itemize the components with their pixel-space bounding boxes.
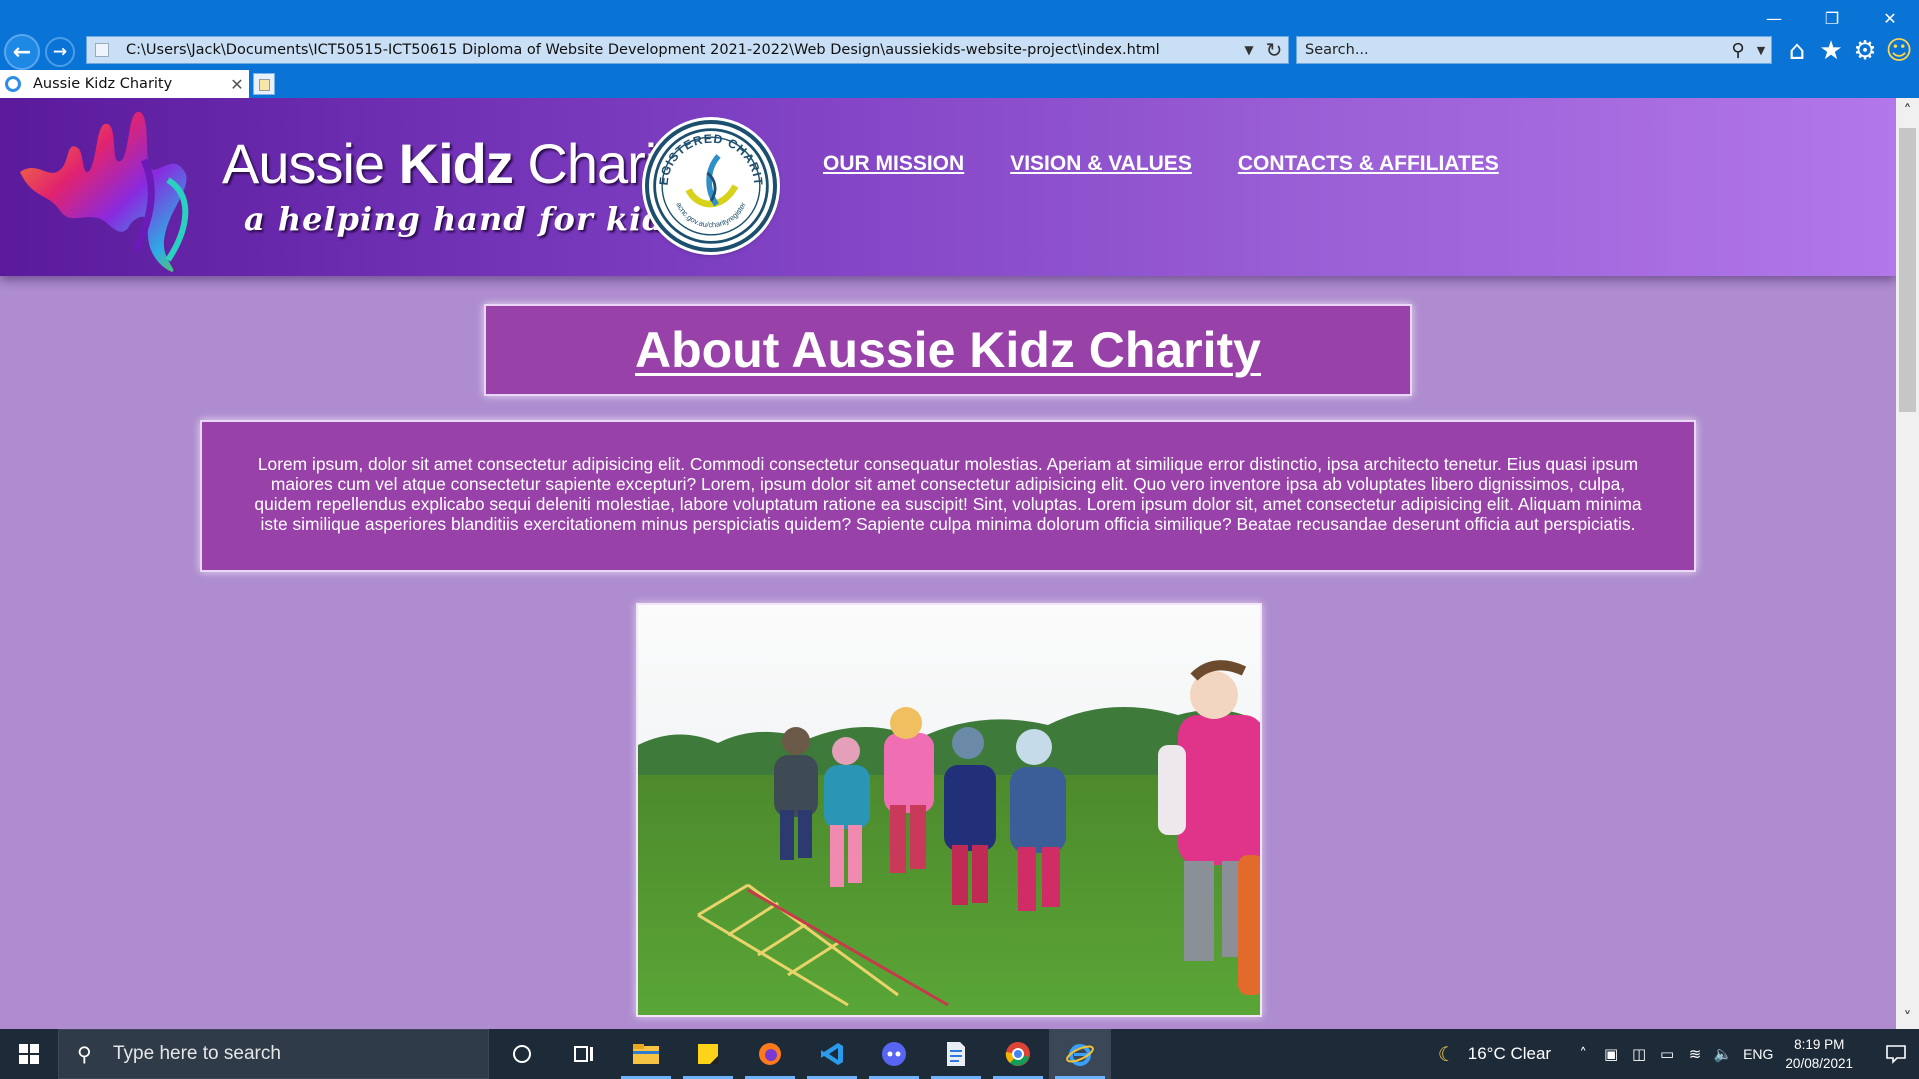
notification-icon: [1886, 1045, 1906, 1064]
scroll-down-icon[interactable]: ˅: [1896, 1005, 1919, 1029]
language-indicator[interactable]: ENG: [1743, 1046, 1773, 1062]
taskbar-apps: [491, 1029, 1111, 1079]
main-nav: OUR MISSION VISION & VALUES CONTACTS & A…: [823, 152, 1499, 176]
system-tray: ☾ 16°C Clear ˄ ▣ ◫ ▭ ≋ 🔈 ENG 8:19 PM 20/…: [1438, 1029, 1919, 1079]
file-explorer-app[interactable]: [615, 1029, 677, 1079]
weather-text: 16°C Clear: [1467, 1044, 1552, 1063]
minimize-button[interactable]: —: [1745, 0, 1803, 36]
folder-icon: [633, 1044, 659, 1064]
notifications-button[interactable]: [1873, 1029, 1919, 1079]
chevron-up-icon[interactable]: ˄: [1569, 1045, 1597, 1063]
moon-icon: ☾: [1437, 1042, 1456, 1066]
meet-now-icon[interactable]: ▣: [1597, 1045, 1625, 1063]
arrow-right-icon: →: [52, 42, 68, 62]
wifi-icon[interactable]: ≋: [1681, 1045, 1709, 1063]
internet-explorer-icon: [1066, 1044, 1094, 1066]
restore-button[interactable]: ❐: [1803, 0, 1861, 36]
smiley-feedback-icon[interactable]: ☺: [1884, 36, 1914, 66]
new-tab-button[interactable]: [253, 73, 275, 95]
tab-aussie-kidz[interactable]: Aussie Kidz Charity ✕: [0, 70, 249, 98]
close-window-button[interactable]: ✕: [1861, 0, 1919, 36]
site-header: Aussie Kidz Charity a helping hand for k…: [0, 98, 1896, 276]
vscode-app[interactable]: [801, 1029, 863, 1079]
brand: Aussie Kidz Charity a helping hand for k…: [222, 132, 699, 239]
clock[interactable]: 8:19 PM 20/08/2021: [1785, 1035, 1853, 1073]
refresh-icon[interactable]: ↻: [1260, 38, 1288, 62]
discord-icon: [882, 1042, 906, 1066]
battery-icon[interactable]: ▭: [1653, 1045, 1681, 1063]
firefox-icon: [759, 1043, 781, 1065]
settings-gear-icon[interactable]: ⚙: [1850, 36, 1880, 66]
chrome-icon: [1005, 1042, 1030, 1066]
helping-hand-logo: [20, 111, 189, 272]
page-title: About Aussie Kidz Charity: [635, 322, 1261, 378]
nav-contacts-affiliates[interactable]: CONTACTS & AFFILIATES: [1238, 152, 1499, 176]
vscode-icon: [821, 1043, 843, 1065]
acnc-registered-charity-seal: REGISTERED CHARITY acnc.gov.au/charityre…: [645, 120, 777, 252]
address-dropdown-icon[interactable]: ▼: [1238, 43, 1260, 57]
forward-button[interactable]: →: [45, 37, 75, 67]
cortana-button[interactable]: [491, 1029, 553, 1079]
windows-logo-icon: [19, 1044, 39, 1064]
brand-tagline: a helping hand for kidz: [244, 200, 685, 238]
sticky-notes-icon: [698, 1044, 718, 1064]
cortana-circle-icon: [513, 1045, 531, 1063]
taskbar-search-icon: ⚲: [77, 1042, 92, 1066]
taskbar-search-box[interactable]: ⚲: [58, 1029, 489, 1079]
firefox-app[interactable]: [739, 1029, 801, 1079]
brand-word-kidz: Kidz: [398, 132, 514, 195]
favorites-star-icon[interactable]: ★: [1816, 36, 1846, 66]
taskbar-search-input[interactable]: [99, 1043, 488, 1065]
brand-name: Aussie Kidz Charity: [222, 132, 699, 195]
ie-tab-icon: [5, 76, 21, 92]
page-icon: [95, 43, 109, 57]
search-icon[interactable]: ⚲: [1725, 40, 1751, 61]
home-icon[interactable]: ⌂: [1782, 36, 1812, 66]
clock-date: 20/08/2021: [1785, 1056, 1853, 1071]
kids-playing-photo: [636, 603, 1262, 1017]
discord-app[interactable]: [863, 1029, 925, 1079]
task-view-icon: [574, 1046, 593, 1062]
scrollbar-thumb[interactable]: [1899, 128, 1916, 412]
nav-our-mission[interactable]: OUR MISSION: [823, 152, 964, 176]
start-button[interactable]: [0, 1029, 58, 1079]
windows-taskbar: ⚲ Type here to search ☾ 16°C Clear ˄ ▣ ◫…: [0, 1029, 1919, 1079]
browser-search-input[interactable]: [1297, 37, 1725, 63]
weather-widget[interactable]: ☾ 16°C Clear: [1438, 1042, 1551, 1066]
word-document-app[interactable]: [925, 1029, 987, 1079]
browser-chrome: — ❐ ✕ ← → C:\Users\Jack\Documents\ICT505…: [0, 0, 1919, 98]
internet-explorer-app[interactable]: [1049, 1029, 1111, 1079]
back-button[interactable]: ←: [4, 34, 40, 70]
nav-vision-values[interactable]: VISION & VALUES: [1010, 152, 1192, 176]
chrome-app[interactable]: [987, 1029, 1049, 1079]
tab-close-icon[interactable]: ✕: [225, 75, 249, 94]
tab-title: Aussie Kidz Charity: [33, 76, 173, 92]
kids-on-field-image: [638, 605, 1260, 1015]
volume-muted-icon[interactable]: 🔈: [1709, 1045, 1737, 1063]
scroll-up-icon[interactable]: ˄: [1896, 98, 1919, 122]
document-icon: [947, 1042, 965, 1066]
address-bar[interactable]: C:\Users\Jack\Documents\ICT50515-ICT5061…: [86, 36, 1289, 64]
clock-time: 8:19 PM: [1794, 1037, 1845, 1052]
display-icon[interactable]: ◫: [1625, 1045, 1653, 1063]
browser-search-box[interactable]: ⚲ ▼: [1296, 36, 1772, 64]
about-text-box: Lorem ipsum, dolor sit amet consectetur …: [200, 420, 1696, 572]
search-dropdown-icon[interactable]: ▼: [1751, 44, 1771, 57]
page-viewport: Aussie Kidz Charity a helping hand for k…: [0, 98, 1896, 1029]
sticky-notes-app[interactable]: [677, 1029, 739, 1079]
about-text: Lorem ipsum, dolor sit amet consectetur …: [254, 454, 1642, 534]
about-title-box: About Aussie Kidz Charity: [484, 304, 1412, 396]
window-controls: — ❐ ✕: [1745, 0, 1919, 36]
page-scrollbar[interactable]: ˄ ˅: [1896, 98, 1919, 1029]
address-url[interactable]: C:\Users\Jack\Documents\ICT50515-ICT5061…: [126, 42, 1238, 58]
task-view-button[interactable]: [553, 1029, 615, 1079]
brand-word-aussie: Aussie: [222, 132, 399, 195]
arrow-left-icon: ←: [12, 39, 32, 65]
